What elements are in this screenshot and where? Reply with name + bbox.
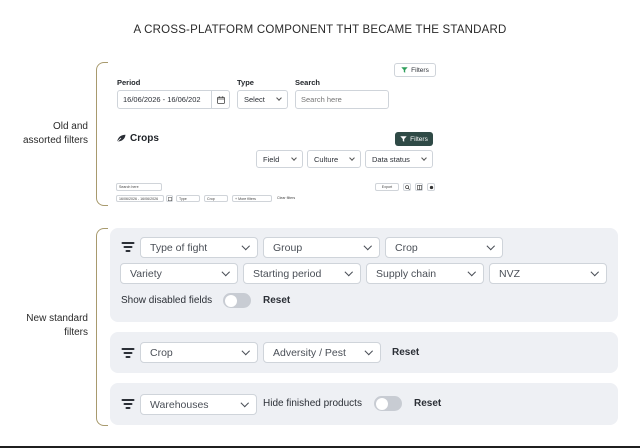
filters-button[interactable]: Filters: [394, 63, 436, 77]
crop-select[interactable]: Crop: [385, 237, 503, 258]
show-disabled-fields-toggle[interactable]: [223, 293, 251, 308]
mini-date-field[interactable]: 16/06/2026 - 16/06/2026: [116, 195, 164, 202]
filter-funnel-icon: [401, 67, 408, 73]
nvz-select[interactable]: NVZ: [489, 263, 607, 284]
supply-chain-select[interactable]: Supply chain: [366, 263, 484, 284]
filter-funnel-icon: [400, 136, 407, 142]
data-status-select-label: Data status: [372, 154, 410, 164]
hide-finished-products-toggle[interactable]: [374, 396, 402, 411]
old-filters-label-line2: assorted filters: [22, 135, 88, 146]
chevron-down-icon: [240, 399, 249, 407]
variety-select-label: Variety: [130, 267, 162, 280]
period-label: Period: [117, 78, 141, 87]
search-label: Search: [295, 78, 321, 87]
period-date-value: 16/06/2026 - 16/06/202: [123, 95, 201, 104]
filters-button-label: Filters: [411, 66, 429, 74]
chevron-down-icon: [363, 242, 372, 250]
filters-button-dark[interactable]: Filters: [395, 132, 433, 146]
crop-select[interactable]: Crop: [140, 342, 258, 363]
calendar-icon[interactable]: [211, 91, 229, 108]
crops-title: Crops: [130, 133, 159, 144]
chevron-down-icon: [344, 268, 353, 276]
mini-clear-filters[interactable]: Clear filters: [277, 196, 295, 200]
chevron-down-icon: [590, 268, 599, 276]
variety-select[interactable]: Variety: [120, 263, 238, 284]
mini-settings-icon[interactable]: [427, 183, 435, 191]
chevron-down-icon: [291, 154, 297, 161]
filter-lines-icon[interactable]: [121, 348, 134, 358]
type-select-value: Select: [244, 95, 265, 104]
new-filters-label: New standard filters: [10, 312, 88, 340]
reset-button[interactable]: Reset: [263, 295, 290, 306]
chevron-down-icon: [241, 242, 250, 250]
new-filters-label-line1: New standard: [26, 313, 88, 324]
filters-button-dark-label: Filters: [410, 135, 428, 143]
chevron-down-icon: [241, 347, 250, 355]
crop-select-label: Crop: [395, 241, 418, 254]
warehouses-select-label: Warehouses: [150, 398, 209, 411]
chevron-down-icon: [221, 268, 230, 276]
new-filters-bracket: [96, 228, 108, 426]
new-filters-label-line2: filters: [64, 327, 88, 338]
nvz-select-label: NVZ: [499, 267, 520, 280]
chevron-down-icon: [276, 95, 282, 101]
group-select[interactable]: Group: [263, 237, 380, 258]
adversity-pest-select[interactable]: Adversity / Pest: [263, 342, 381, 363]
starting-period-select[interactable]: Starting period: [243, 263, 361, 284]
search-input[interactable]: [295, 90, 389, 109]
type-of-fight-select-label: Type of fight: [150, 241, 208, 254]
hide-finished-products-label: Hide finished products: [263, 398, 362, 409]
mini-calendar-icon[interactable]: [166, 195, 173, 202]
period-date-field[interactable]: 16/06/2026 - 16/06/202: [117, 90, 230, 109]
field-select-label: Field: [263, 154, 280, 164]
culture-select[interactable]: Culture: [307, 150, 361, 168]
mini-columns-icon[interactable]: [415, 183, 423, 191]
mini-crop-select[interactable]: Crop: [204, 195, 228, 202]
old-filters-label: Old and assorted filters: [10, 120, 88, 148]
page-title: A CROSS-PLATFORM COMPONENT THT BECAME TH…: [133, 24, 507, 36]
data-status-select[interactable]: Data status: [365, 150, 433, 168]
culture-select-label: Culture: [314, 154, 339, 164]
mini-more-filters[interactable]: + More filters: [232, 195, 272, 202]
crops-header: Crops: [116, 133, 159, 144]
mini-type-select[interactable]: Type: [176, 195, 200, 202]
group-select-label: Group: [273, 241, 303, 254]
old-filters-label-line1: Old and: [52, 121, 88, 132]
old-filters-bracket: [96, 62, 108, 206]
reset-button[interactable]: Reset: [414, 398, 441, 409]
type-label: Type: [237, 78, 254, 87]
warehouses-select[interactable]: Warehouses: [140, 394, 257, 415]
starting-period-select-label: Starting period: [253, 267, 322, 280]
crop-select-label: Crop: [150, 346, 173, 359]
show-disabled-fields-label: Show disabled fields: [121, 295, 213, 306]
type-select[interactable]: Select: [237, 90, 288, 109]
chevron-down-icon: [349, 154, 355, 161]
reset-button[interactable]: Reset: [392, 347, 419, 358]
mini-search-input[interactable]: Search here: [116, 183, 162, 191]
chevron-down-icon: [421, 154, 427, 161]
filter-lines-icon[interactable]: [121, 399, 134, 409]
adversity-pest-select-label: Adversity / Pest: [273, 346, 346, 359]
mini-search-icon[interactable]: [403, 183, 411, 191]
field-select[interactable]: Field: [256, 150, 303, 168]
mini-export-button[interactable]: Export: [375, 183, 399, 191]
chevron-down-icon: [364, 347, 373, 355]
supply-chain-select-label: Supply chain: [376, 267, 437, 280]
filter-lines-icon[interactable]: [121, 242, 134, 252]
leaf-icon: [116, 134, 126, 143]
type-of-fight-select[interactable]: Type of fight: [140, 237, 258, 258]
chevron-down-icon: [486, 242, 495, 250]
chevron-down-icon: [467, 268, 476, 276]
